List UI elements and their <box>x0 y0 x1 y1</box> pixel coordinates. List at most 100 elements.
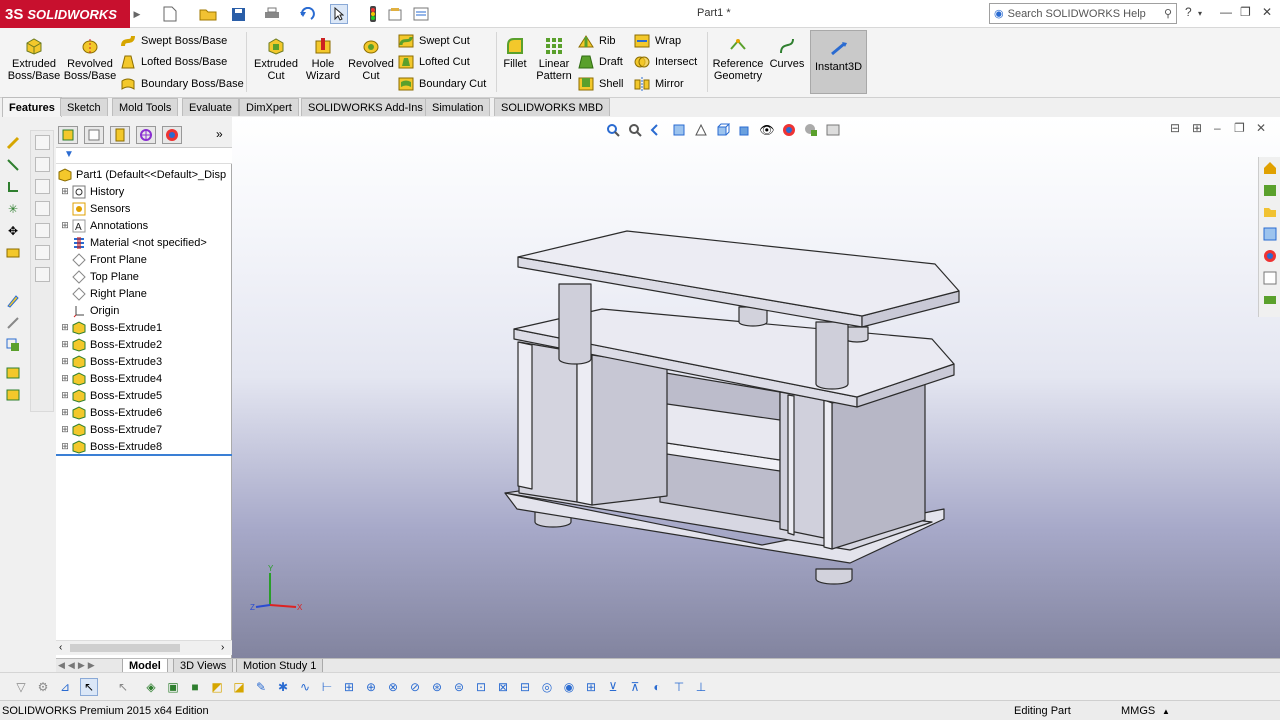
tree-item-front-plane[interactable]: Front Plane <box>56 251 232 268</box>
close-icon[interactable]: ✕ <box>1262 5 1272 19</box>
pen-icon[interactable] <box>4 314 22 332</box>
tv-stand-model[interactable] <box>232 117 1280 658</box>
tab-dimxpert[interactable]: DimXpert <box>239 98 299 116</box>
intersect-button[interactable]: Intersect <box>634 54 697 70</box>
hole-wizard-button[interactable]: Hole Wizard <box>300 36 346 82</box>
tool-box-icon[interactable] <box>35 201 50 216</box>
dimxpert-manager-tab-icon[interactable] <box>136 126 156 144</box>
revolved-boss-button[interactable]: Revolved Boss/Base <box>64 36 116 82</box>
appearances-icon[interactable] <box>1261 247 1279 265</box>
design-library-icon[interactable] <box>1261 181 1279 199</box>
filter-weld-icon[interactable]: ⊛ <box>428 678 446 696</box>
view-palette-icon[interactable] <box>1261 225 1279 243</box>
tab-model[interactable]: Model <box>122 659 168 673</box>
tab-scroll-arrows-icon[interactable]: ◀◀▶▶ <box>58 660 98 671</box>
select-icon[interactable] <box>330 4 348 24</box>
tree-item-sensors[interactable]: Sensors <box>56 200 232 217</box>
lofted-cut-button[interactable]: Lofted Cut <box>398 54 470 70</box>
mate-icon[interactable] <box>4 244 22 262</box>
shell-button[interactable]: Shell <box>578 76 623 92</box>
filter-vertices-icon[interactable]: ◈ <box>142 678 160 696</box>
expand-panel-icon[interactable]: » <box>216 127 223 141</box>
tool-box-icon[interactable] <box>35 267 50 282</box>
filter-misc-icon[interactable]: ⊥ <box>692 678 710 696</box>
select-pointer-icon[interactable]: ↖ <box>80 678 98 696</box>
tab-simulation[interactable]: Simulation <box>425 98 491 116</box>
filter-surfaces-icon[interactable]: ■ <box>186 678 204 696</box>
filter-edges-icon[interactable]: ⊿ <box>56 678 74 696</box>
restore-icon[interactable]: ❐ <box>1240 5 1251 19</box>
move-icon[interactable]: ✥ <box>4 222 22 240</box>
filter-table-icon[interactable]: ⊞ <box>582 678 600 696</box>
tree-item-history[interactable]: ⊞ History <box>56 183 232 200</box>
tab-evaluate[interactable]: Evaluate <box>182 98 239 116</box>
tab-addins[interactable]: SOLIDWORKS Add-Ins <box>301 98 430 116</box>
mirror-button[interactable]: Mirror <box>634 76 684 92</box>
help-dropdown-icon[interactable]: ▾ <box>1198 9 1202 18</box>
filter-datum-icon[interactable]: ⊗ <box>384 678 402 696</box>
tab-mold-tools[interactable]: Mold Tools <box>112 98 179 116</box>
tree-item-right-plane[interactable]: Right Plane <box>56 285 232 302</box>
filter-dimensions-icon[interactable]: ⊢ <box>318 678 336 696</box>
tree-item-boss-extrude[interactable]: ⊞ Boss-Extrude3 <box>56 353 232 370</box>
configuration-manager-tab-icon[interactable] <box>110 126 130 144</box>
linear-pattern-button[interactable]: Linear Pattern <box>534 36 574 82</box>
display-manager-tab-icon[interactable] <box>162 126 182 144</box>
filter-route-icon[interactable]: ⊻ <box>604 678 622 696</box>
boundary-boss-button[interactable]: Boundary Boss/Base <box>120 76 244 92</box>
filter-curves-icon[interactable]: ∿ <box>296 678 314 696</box>
tool-box-icon[interactable] <box>35 179 50 194</box>
sketch-icon[interactable] <box>4 336 22 354</box>
filter-text-icon[interactable]: ⊤ <box>670 678 688 696</box>
tree-item-material[interactable]: Material <not specified> <box>56 234 232 251</box>
undo-icon[interactable] <box>294 4 322 24</box>
filter-notes-icon[interactable]: ⊞ <box>340 678 358 696</box>
filter-planes-icon[interactable]: ◪ <box>230 678 248 696</box>
filter-center-mark-icon[interactable]: ⊠ <box>494 678 512 696</box>
fillet-button[interactable]: Fillet <box>500 36 530 70</box>
help-icon[interactable]: ? <box>1185 5 1192 19</box>
filter-sketch-icon[interactable]: ✎ <box>252 678 270 696</box>
filter-settings-icon[interactable]: ⚙ <box>34 678 52 696</box>
custom-properties-icon[interactable] <box>1261 269 1279 287</box>
filter-stack-icon[interactable]: ◉ <box>560 678 578 696</box>
swept-boss-button[interactable]: Swept Boss/Base <box>120 33 227 49</box>
menu-arrow-icon[interactable]: ▶ <box>130 0 144 28</box>
tool-box-icon[interactable] <box>35 223 50 238</box>
feature-manager-tab-icon[interactable] <box>58 126 78 144</box>
tree-item-boss-extrude[interactable]: ⊞ Boss-Extrude6 <box>56 404 232 421</box>
scroll-left-icon[interactable]: ‹ <box>59 642 62 653</box>
forum-icon[interactable] <box>1261 291 1279 309</box>
scroll-thumb[interactable] <box>70 644 180 652</box>
axis-icon[interactable] <box>4 178 22 196</box>
filter-toggle-icon[interactable]: ▽ <box>12 678 30 696</box>
minimize-icon[interactable]: — <box>1220 5 1232 19</box>
tab-mbd[interactable]: SOLIDWORKS MBD <box>494 98 611 116</box>
tab-motion-study[interactable]: Motion Study 1 <box>236 659 324 673</box>
reference-geometry-button[interactable]: Reference Geometry <box>710 36 766 82</box>
filter-points-icon[interactable]: ✱ <box>274 678 292 696</box>
rebuild-icon[interactable] <box>366 4 380 24</box>
tree-item-boss-extrude[interactable]: ⊞ Boss-Extrude8 <box>56 438 232 455</box>
filter-hole-callout-icon[interactable]: ⊟ <box>516 678 534 696</box>
feature-a-icon[interactable] <box>4 364 22 382</box>
tree-filter[interactable]: ▼ <box>56 148 232 164</box>
tree-root-part[interactable]: Part1 (Default<<Default>_Disp <box>56 166 232 183</box>
instant3d-button[interactable]: Instant3D <box>810 30 867 94</box>
tree-item-boss-extrude[interactable]: ⊞ Boss-Extrude4 <box>56 370 232 387</box>
options-icon[interactable] <box>408 4 434 24</box>
smart-dimension-icon[interactable] <box>4 134 22 152</box>
draft-button[interactable]: Draft <box>578 54 623 70</box>
sketch-edit-icon[interactable] <box>4 292 22 310</box>
tree-horizontal-scrollbar[interactable]: ‹ › <box>56 640 232 655</box>
units-dropdown-icon[interactable]: ▲ <box>1162 707 1170 716</box>
tree-item-annotations[interactable]: ⊞ A Annotations <box>56 217 232 234</box>
filter-mate-icon[interactable]: ◐ <box>648 678 666 696</box>
new-document-icon[interactable] <box>160 4 180 24</box>
tree-item-top-plane[interactable]: Top Plane <box>56 268 232 285</box>
filter-cosmetic-icon[interactable]: ⊜ <box>450 678 468 696</box>
file-explorer-icon[interactable] <box>1261 203 1279 221</box>
tool-box-icon[interactable] <box>35 135 50 150</box>
lofted-boss-button[interactable]: Lofted Boss/Base <box>120 54 227 70</box>
rib-button[interactable]: Rib <box>578 33 616 49</box>
